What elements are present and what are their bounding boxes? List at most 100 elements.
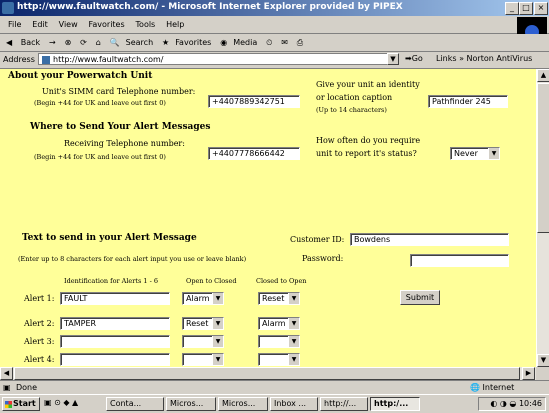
receiving-hint: (Begin +44 for UK and leave out first 0) [34, 153, 166, 161]
refresh-icon[interactable]: ⟳ [80, 34, 87, 51]
menu-edit[interactable]: Edit [32, 16, 48, 33]
alert-label: Alert 3: [24, 337, 55, 346]
alert-closed-value: Alarm [262, 319, 286, 328]
go-label: Go [411, 54, 423, 63]
identity-label-2: or location caption [316, 93, 393, 102]
mail-icon[interactable]: ✉ [281, 34, 288, 51]
forward-button[interactable]: → [49, 34, 56, 51]
scrollbar-corner [536, 367, 549, 380]
task-button-2[interactable]: Micros... [166, 397, 216, 411]
quick-launch-icons[interactable]: ▣ ⊙ ◆ ▲ [44, 398, 78, 407]
maximize-button[interactable]: □ [519, 2, 533, 15]
start-button[interactable]: Start [2, 397, 40, 411]
home-icon[interactable]: ⌂ [96, 34, 101, 51]
search-button[interactable]: 🔍 Search [110, 34, 153, 51]
minimize-button[interactable]: _ [505, 2, 519, 15]
back-button[interactable]: ◀ Back [6, 34, 40, 51]
chevron-down-icon: ▼ [488, 148, 499, 159]
section-unit-heading: About your Powerwatch Unit [8, 71, 153, 81]
alert-closed-value: Reset [262, 294, 285, 303]
links-label: Links [436, 54, 457, 63]
chevron-down-icon: ▼ [288, 318, 299, 329]
system-tray: ◐ ◑ ◒ 10:46 [478, 397, 546, 411]
favorites-label: Favorites [175, 38, 212, 47]
alert-ident-input[interactable] [60, 335, 170, 348]
address-dropdown[interactable]: ▼ [387, 53, 399, 65]
menu-view[interactable]: View [59, 16, 78, 33]
scroll-right-icon[interactable]: ▶ [522, 367, 535, 380]
alert-closed-select[interactable]: ▼ [258, 353, 300, 366]
menu-file[interactable]: File [8, 16, 21, 33]
stop-icon[interactable]: ⊗ [65, 34, 72, 51]
history-icon[interactable]: ⏲ [266, 34, 272, 51]
media-button[interactable]: ◉ Media [220, 34, 257, 51]
go-button[interactable]: ➡Go [405, 54, 423, 63]
chevron-down-icon: ▼ [212, 354, 223, 365]
task-button-4[interactable]: Inbox ... [270, 397, 318, 411]
tray-icons[interactable]: ◐ ◑ ◒ [490, 399, 519, 408]
password-label: Password: [302, 254, 344, 263]
internet-zone: 🌐 Internet [470, 383, 515, 392]
customer-id-label: Customer ID: [290, 235, 345, 244]
alert-ident-input[interactable] [60, 353, 170, 366]
report-label-2: unit to report it's status? [316, 149, 417, 158]
menu-favorites[interactable]: Favorites [89, 16, 125, 33]
vertical-scrollbar[interactable]: ▲ ▼ [536, 69, 549, 367]
report-frequency-select[interactable]: Never ▼ [450, 147, 500, 160]
chevron-down-icon: ▼ [288, 293, 299, 304]
print-icon[interactable]: ⎙ [297, 34, 303, 51]
task-button-1[interactable]: Conta... [106, 397, 164, 411]
section-alerts-heading: Where to Send Your Alert Messages [30, 122, 211, 132]
close-button[interactable]: × [534, 2, 548, 15]
simm-hint: (Begin +44 for UK and leave out first 0) [34, 99, 166, 107]
page-content: About your Powerwatch Unit Unit's SIMM c… [0, 69, 536, 367]
favorites-button[interactable]: ★ Favorites [162, 34, 211, 51]
alerts-hint: (Enter up to 8 characters for each alert… [18, 255, 247, 263]
task-button-3[interactable]: Micros... [218, 397, 268, 411]
alert-ident-input[interactable]: TAMPER [60, 317, 170, 330]
alert-open-select[interactable]: ▼ [182, 335, 224, 348]
receiving-label: Receiving Telephone number: [64, 139, 185, 148]
back-label: Back [20, 38, 41, 47]
links-bar[interactable]: Links » Norton AntiVirus [436, 54, 532, 63]
address-label: Address [3, 55, 35, 64]
clock: 10:46 [518, 399, 542, 408]
ie-icon [2, 2, 14, 14]
scroll-left-icon[interactable]: ◀ [0, 367, 13, 380]
receiving-number-input[interactable]: +4407778666442 [208, 147, 300, 160]
alert-closed-select[interactable]: Alarm ▼ [258, 317, 300, 330]
password-input[interactable] [410, 254, 509, 267]
task-button-5[interactable]: http://... [320, 397, 368, 411]
address-input[interactable]: http://www.faultwatch.com/ [38, 53, 388, 65]
simm-label: Unit's SIMM card Telephone number: [42, 87, 196, 96]
chevron-down-icon: ▼ [212, 336, 223, 347]
chevron-down-icon: ▼ [288, 336, 299, 347]
menu-bar: File Edit View Favorites Tools Help [0, 16, 549, 34]
identity-input[interactable]: Pathfinder 245 [428, 95, 508, 108]
report-label-1: How often do you require [316, 136, 421, 145]
alert-label: Alert 4: [24, 355, 55, 364]
alert-closed-select[interactable]: ▼ [258, 335, 300, 348]
scroll-thumb[interactable] [537, 83, 549, 233]
alert-open-select[interactable]: Reset ▼ [182, 317, 224, 330]
menu-tools[interactable]: Tools [136, 16, 156, 33]
alert-open-value: Reset [186, 319, 209, 328]
h-scroll-thumb[interactable] [14, 367, 520, 380]
customer-id-input[interactable]: Bowdens [350, 233, 509, 246]
identity-label-1: Give your unit an identity [316, 80, 420, 89]
simm-number-input[interactable]: +4407889342751 [208, 95, 300, 108]
alert-open-select[interactable]: ▼ [182, 353, 224, 366]
col-open-header: Open to Closed [186, 277, 237, 285]
horizontal-scrollbar[interactable]: ◀ ▶ [0, 367, 536, 380]
menu-help[interactable]: Help [166, 16, 184, 33]
alert-ident-input[interactable]: FAULT [60, 292, 170, 305]
alert-open-select[interactable]: Alarm ▼ [182, 292, 224, 305]
scroll-down-icon[interactable]: ▼ [537, 354, 549, 367]
task-button-6[interactable]: http:/... [370, 397, 420, 411]
scroll-up-icon[interactable]: ▲ [537, 69, 549, 82]
alert-open-value: Alarm [186, 294, 210, 303]
chevron-down-icon: ▼ [212, 293, 223, 304]
alert-closed-select[interactable]: Reset ▼ [258, 292, 300, 305]
alert-label: Alert 1: [24, 294, 55, 303]
submit-button[interactable]: Submit [400, 290, 440, 305]
